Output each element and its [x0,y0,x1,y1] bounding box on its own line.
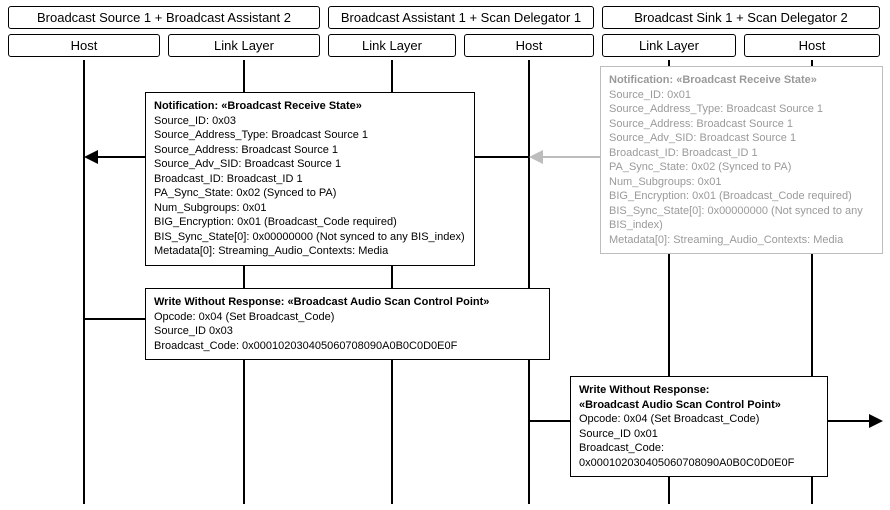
line: Broadcast_Code: 0x000102030405060708090A… [154,340,457,352]
arrowhead-notif-to-g1 [84,150,98,164]
lane-g2-ll: Link Layer [328,34,456,57]
line: Source_Adv_SID: Broadcast Source 1 [154,158,341,170]
line: PA_Sync_State: 0x02 (Synced to PA) [154,187,336,199]
line: PA_Sync_State: 0x02 (Synced to PA) [609,161,791,173]
lane-g1-host: Host [8,34,160,57]
line: BIG_Encryption: 0x01 (Broadcast_Code req… [609,190,852,202]
lane-g2-host: Host [464,34,594,57]
lane-g3-host: Host [744,34,880,57]
line: Source_ID 0x03 [154,325,233,337]
lane-g1-ll: Link Layer [168,34,320,57]
line: Metadata[0]: Streaming_Audio_Contexts: M… [609,234,843,246]
lifeline-g1-host [83,60,85,504]
msg-title: Write Without Response: «Broadcast Audio… [154,296,489,308]
msg-title-1: Write Without Response: [579,384,709,396]
line: Num_Subgroups: 0x01 [154,202,267,214]
group-header-2: Broadcast Assistant 1 + Scan Delegator 1 [328,6,594,29]
line: BIS_Sync_State[0]: 0x00000000 (Not synce… [609,205,863,232]
line: Source_Address: Broadcast Source 1 [609,118,793,130]
msg-notification-brs-left: Notification: «Broadcast Receive State» … [145,92,475,266]
arrowhead-notif-ghost [529,150,543,164]
line: Opcode: 0x04 (Set Broadcast_Code) [154,311,334,323]
msg-title-2: «Broadcast Audio Scan Control Point» [579,399,781,411]
line: Broadcast_ID: Broadcast_ID 1 [609,147,758,159]
line: Broadcast_Code: [579,442,664,454]
msg-title: Notification: «Broadcast Receive State» [154,100,362,112]
line: Metadata[0]: Streaming_Audio_Contexts: M… [154,245,388,257]
line: Opcode: 0x04 (Set Broadcast_Code) [579,413,759,425]
line: Source_Address_Type: Broadcast Source 1 [609,103,823,115]
msg-title: Notification: «Broadcast Receive State» [609,74,817,86]
line: 0x000102030405060708090A0B0C0D0E0F [579,457,794,469]
line: Source_Adv_SID: Broadcast Source 1 [609,132,796,144]
sequence-diagram: Broadcast Source 1 + Broadcast Assistant… [0,0,890,510]
lifeline-g2-host [528,60,530,504]
group-header-1: Broadcast Source 1 + Broadcast Assistant… [8,6,320,29]
line: Num_Subgroups: 0x01 [609,176,722,188]
line: Source_ID: 0x01 [609,89,691,101]
msg-write-scan-ctrl-right: Write Without Response: «Broadcast Audio… [570,376,828,477]
line: Broadcast_ID: Broadcast_ID 1 [154,173,303,185]
arrowhead-write-right [869,414,883,428]
line: Source_Address_Type: Broadcast Source 1 [154,129,368,141]
line: BIS_Sync_State[0]: 0x00000000 (Not synce… [154,231,465,243]
msg-write-scan-ctrl-left: Write Without Response: «Broadcast Audio… [145,288,550,360]
lane-g3-ll: Link Layer [602,34,736,57]
group-header-3: Broadcast Sink 1 + Scan Delegator 2 [602,6,880,29]
line: BIG_Encryption: 0x01 (Broadcast_Code req… [154,216,397,228]
line: Source_ID 0x01 [579,428,658,440]
msg-notification-brs-ghost: Notification: «Broadcast Receive State» … [600,66,883,254]
line: Source_ID: 0x03 [154,115,236,127]
line: Source_Address: Broadcast Source 1 [154,144,338,156]
